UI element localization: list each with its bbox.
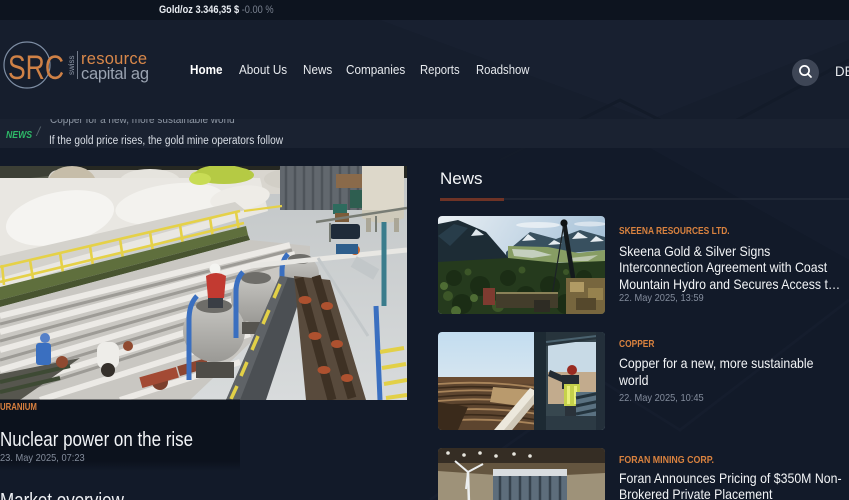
svg-text:capital ag: capital ag: [81, 65, 149, 83]
svg-text:swiss: swiss: [67, 55, 76, 75]
svg-text:SRC: SRC: [8, 49, 64, 87]
